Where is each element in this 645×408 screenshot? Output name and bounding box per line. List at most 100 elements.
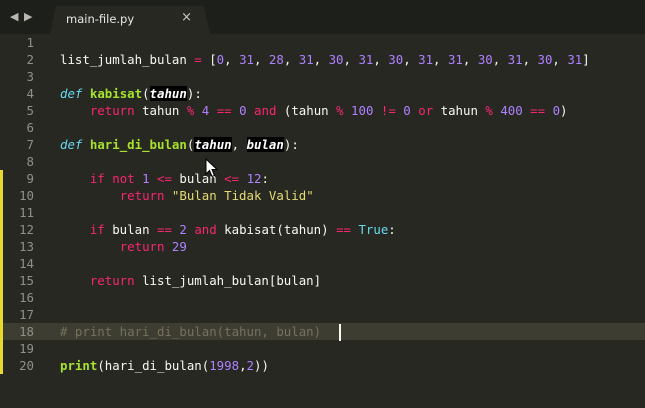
- code-token: ,: [239, 358, 247, 373]
- code-token: and: [194, 222, 217, 237]
- code-token: (tahun: [276, 103, 337, 118]
- code-token: bulan: [246, 137, 284, 152]
- code-token: return: [89, 103, 135, 118]
- code-line[interactable]: 6: [0, 119, 645, 136]
- code-token: 1998: [209, 358, 240, 373]
- mouse-pointer-icon: [205, 158, 219, 178]
- code-token: ,: [231, 137, 247, 152]
- code-token: ,: [224, 52, 240, 67]
- code-line[interactable]: 12 if bulan == 2 and kabisat(tahun) == T…: [0, 221, 645, 238]
- line-number: 9: [26, 171, 34, 186]
- line-number: 8: [26, 154, 34, 169]
- code-token: ==: [336, 222, 351, 237]
- code-line[interactable]: 4 def kabisat(tahun):: [0, 85, 645, 102]
- code-token: kabisat: [89, 86, 143, 101]
- code-token: tahun: [149, 86, 187, 101]
- code-token: <=: [224, 171, 240, 186]
- code-text: if not 1 <= bulan <= 12:: [60, 170, 269, 187]
- code-token: ==: [530, 103, 546, 118]
- code-line[interactable]: 7 def hari_di_bulan(tahun, bulan):: [0, 136, 645, 153]
- code-token: ,: [462, 52, 478, 67]
- code-line[interactable]: 17: [0, 306, 645, 323]
- line-number: 5: [26, 103, 34, 118]
- code-line[interactable]: 15 return list_jumlah_bulan[bulan]: [0, 272, 645, 289]
- code-token: and: [254, 103, 277, 118]
- code-token: 30: [537, 52, 553, 67]
- code-text: if bulan == 2 and kabisat(tahun) == True…: [60, 221, 396, 238]
- code-token: ,: [283, 52, 299, 67]
- code-token: def: [60, 137, 83, 152]
- code-token: :: [261, 171, 269, 186]
- line-number: 3: [26, 69, 34, 84]
- code-token: ]: [582, 52, 590, 67]
- code-line[interactable]: 2 list_jumlah_bulan = [0, 31, 28, 31, 30,…: [0, 51, 645, 68]
- close-icon[interactable]: ×: [181, 10, 192, 25]
- line-number: 17: [19, 307, 34, 322]
- code-token: if: [89, 171, 105, 186]
- code-token: 31: [358, 52, 374, 67]
- code-token: ,: [552, 52, 568, 67]
- code-line[interactable]: 1: [0, 34, 645, 51]
- code-line[interactable]: 11: [0, 204, 645, 221]
- code-line[interactable]: 9 if not 1 <= bulan <= 12:: [0, 170, 645, 187]
- code-line[interactable]: 5 return tahun % 4 == 0 and (tahun % 100…: [0, 102, 645, 119]
- code-token: ,: [522, 52, 538, 67]
- code-token: ,: [253, 52, 269, 67]
- code-line[interactable]: 10 return "Bulan Tidak Valid": [0, 187, 645, 204]
- line-number: 6: [26, 120, 34, 135]
- line-number: 2: [26, 52, 34, 67]
- code-token: 28: [268, 52, 284, 67]
- tab-forward-icon[interactable]: ▶: [24, 10, 32, 23]
- tab-main-file[interactable]: main-file.py ×: [50, 6, 210, 34]
- code-token: print: [60, 358, 98, 373]
- code-token: ,: [492, 52, 508, 67]
- code-token: [: [201, 52, 217, 67]
- code-editor[interactable]: 1 2 list_jumlah_bulan = [0, 31, 28, 31, 30…: [0, 34, 645, 408]
- code-line[interactable]: 8: [0, 153, 645, 170]
- code-token: 29: [171, 239, 187, 254]
- code-line[interactable]: 3: [0, 68, 645, 85]
- code-token: "Bulan Tidak Valid": [171, 188, 314, 203]
- code-token: return: [89, 273, 135, 288]
- code-line[interactable]: 18 # print hari_di_bulan(tahun, bulan): [0, 323, 645, 340]
- tab-back-icon[interactable]: ◀: [10, 10, 18, 23]
- code-line[interactable]: 14: [0, 255, 645, 272]
- code-token: ,: [433, 52, 448, 67]
- code-token: (hari_di_bulan(: [97, 358, 210, 373]
- code-token: 30: [388, 52, 404, 67]
- code-token: !=: [380, 103, 396, 118]
- code-token: %: [336, 103, 344, 118]
- code-token: list_jumlah_bulan: [60, 52, 195, 67]
- line-number: 12: [19, 222, 34, 237]
- code-token: def: [60, 86, 83, 101]
- code-token: bulan: [104, 222, 157, 237]
- code-token: :: [388, 222, 396, 237]
- code-token: # print hari_di_bulan(tahun, bulan): [60, 324, 322, 339]
- code-line[interactable]: 13 return 29: [0, 238, 645, 255]
- code-token: return: [119, 239, 165, 254]
- code-token: tahun: [433, 103, 486, 118]
- code-line[interactable]: 19: [0, 340, 645, 357]
- code-token: =: [194, 52, 202, 67]
- code-text: return tahun % 4 == 0 and (tahun % 100 !…: [60, 102, 568, 119]
- code-text: def hari_di_bulan(tahun, bulan):: [60, 136, 299, 153]
- line-number: 7: [26, 137, 34, 152]
- line-number: 18: [19, 324, 34, 339]
- code-token: 31: [418, 52, 434, 67]
- code-token: %: [485, 103, 493, 118]
- code-token: 0: [403, 103, 411, 118]
- line-number: 19: [19, 341, 34, 356]
- code-line[interactable]: 16: [0, 289, 645, 306]
- code-token: if: [89, 222, 105, 237]
- code-line[interactable]: 20 print(hari_di_bulan(1998,2)): [0, 357, 645, 374]
